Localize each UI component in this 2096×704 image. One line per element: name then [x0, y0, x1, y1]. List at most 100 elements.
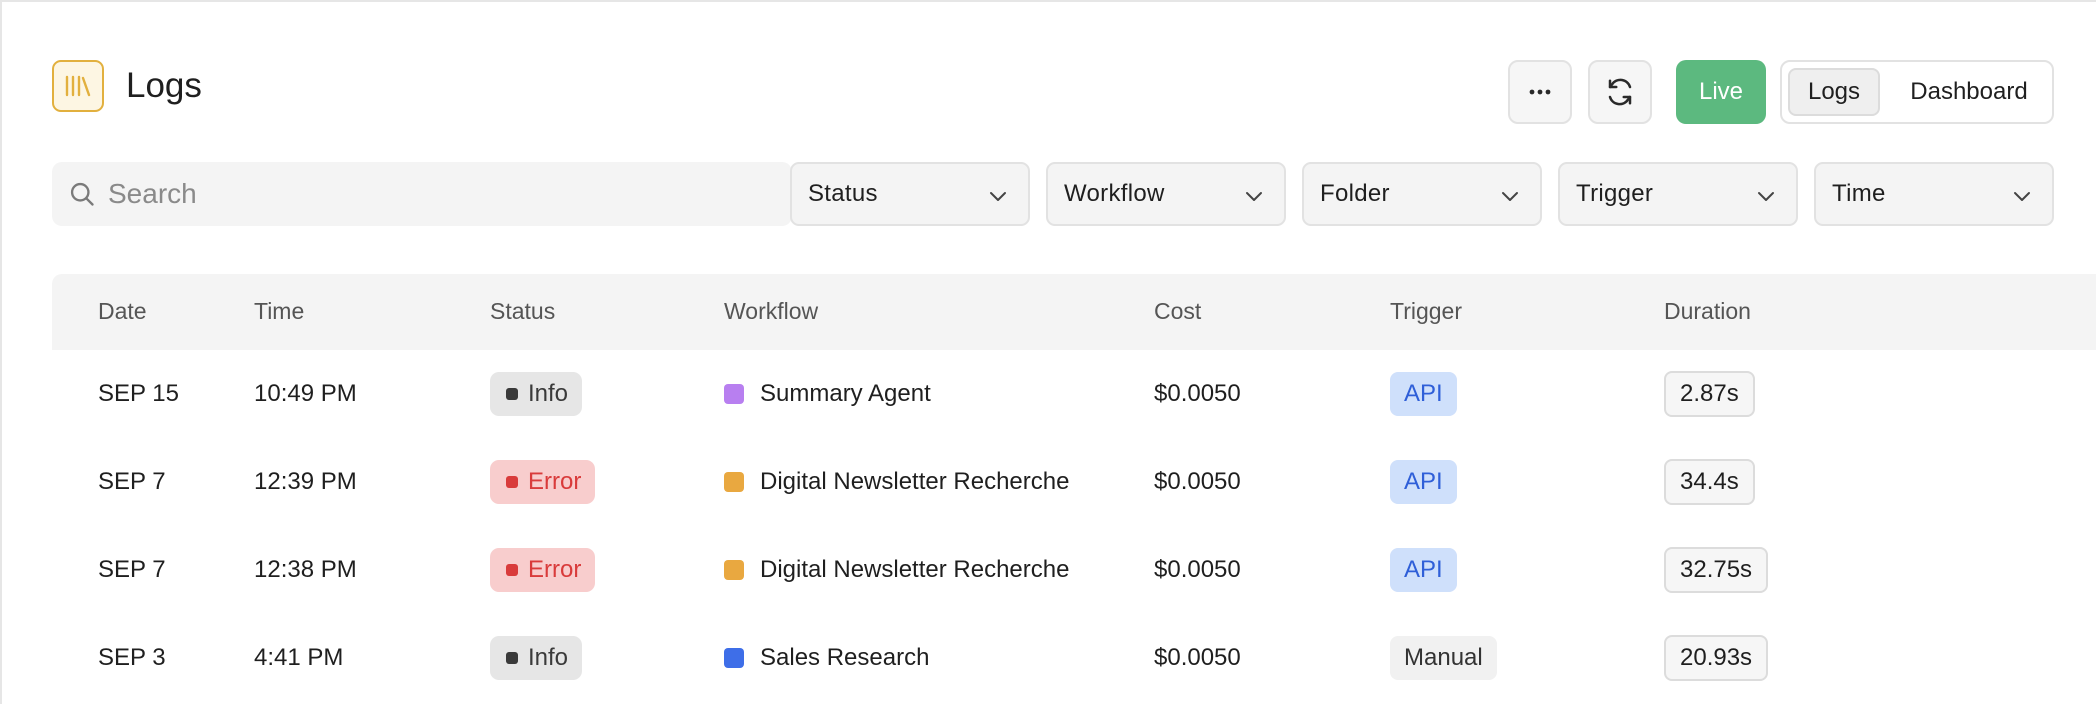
table-header: Date Time Status Workflow Cost Trigger D… [52, 274, 2096, 350]
cell-duration: 34.4s [1664, 438, 1755, 526]
cell-workflow: Digital Newsletter Recherche [724, 438, 1069, 526]
cell-date: SEP 3 [98, 614, 166, 702]
status-text: Error [528, 468, 582, 495]
toggle-logs[interactable]: Logs [1788, 68, 1880, 116]
table-row[interactable]: SEP 15 10:49 PM Info Summary Agent $0.0050 AP… [52, 350, 2096, 438]
cost-text: $0.0050 [1154, 644, 1241, 671]
column-header-status: Status [490, 298, 556, 324]
search-box [52, 162, 792, 226]
date-text: SEP 7 [98, 468, 166, 495]
status-filter-dropdown[interactable]: Status [790, 162, 1030, 226]
workflow-color-icon [724, 648, 744, 668]
date-text: SEP 7 [98, 556, 166, 583]
cell-cost: $0.0050 [1154, 438, 1241, 526]
cost-text: $0.0050 [1154, 556, 1241, 583]
trigger-badge: API [1390, 548, 1457, 592]
refresh-button[interactable] [1588, 60, 1652, 124]
cell-trigger: API [1390, 526, 1457, 614]
live-button[interactable]: Live [1676, 60, 1766, 124]
search-icon [68, 180, 96, 208]
more-options-button[interactable] [1508, 60, 1572, 124]
chevron-down-icon [1246, 192, 1262, 201]
status-text: Error [528, 556, 582, 583]
trigger-badge: Manual [1390, 636, 1497, 680]
time-text: 12:38 PM [254, 556, 357, 583]
cell-cost: $0.0050 [1154, 614, 1241, 702]
chevron-down-icon [1758, 192, 1774, 201]
cell-cost: $0.0050 [1154, 526, 1241, 614]
dropdown-label: Folder [1320, 180, 1390, 207]
column-header-cost: Cost [1154, 298, 1202, 324]
cell-duration: 20.93s [1664, 614, 1769, 702]
status-badge: Info [490, 372, 583, 416]
dropdown-label: Workflow [1064, 180, 1165, 207]
cell-duration: 32.75s [1664, 526, 1769, 614]
table-row[interactable]: SEP 7 12:39 PM Error Digital Newsletter Rec… [52, 438, 2096, 526]
workflow-filter-dropdown[interactable]: Workflow [1046, 162, 1286, 226]
search-input[interactable] [108, 162, 778, 226]
duration-badge: 20.93s [1664, 635, 1769, 681]
column-header-date: Date [98, 298, 147, 324]
cell-status: Info [490, 350, 583, 438]
column-header-duration: Duration [1664, 298, 1751, 324]
status-badge: Info [490, 636, 583, 680]
workflow-color-icon [724, 472, 744, 492]
trigger-badge: API [1390, 460, 1457, 504]
time-filter-dropdown[interactable]: Time [1814, 162, 2054, 226]
trigger-filter-dropdown[interactable]: Trigger [1558, 162, 1798, 226]
status-dot-icon [506, 652, 518, 664]
column-header-trigger: Trigger [1390, 298, 1462, 324]
date-text: SEP 3 [98, 644, 166, 671]
status-dot-icon [506, 388, 518, 400]
workflow-name: Digital Newsletter Recherche [760, 556, 1070, 583]
cell-date: SEP 7 [98, 526, 166, 614]
cell-time: 12:38 PM [254, 526, 357, 614]
duration-badge: 2.87s [1664, 371, 1755, 417]
cell-workflow: Digital Newsletter Recherche [724, 526, 1069, 614]
workflow-color-icon [724, 560, 744, 580]
trigger-badge: API [1390, 372, 1457, 416]
cell-trigger: API [1390, 350, 1457, 438]
workflow-name: Digital Newsletter Recherche [760, 468, 1070, 495]
column-header-time: Time [254, 298, 305, 324]
status-dot-icon [506, 564, 518, 576]
ellipsis-icon [1529, 89, 1551, 95]
cell-workflow: Summary Agent [724, 350, 931, 438]
chevron-down-icon [2014, 192, 2030, 201]
status-text: Info [528, 380, 569, 407]
cost-text: $0.0050 [1154, 468, 1241, 495]
cell-time: 4:41 PM [254, 614, 343, 702]
status-text: Info [528, 644, 569, 671]
cell-workflow: Sales Research [724, 614, 929, 702]
date-text: SEP 15 [98, 380, 179, 407]
cell-date: SEP 15 [98, 350, 179, 438]
cell-date: SEP 7 [98, 438, 166, 526]
table-row[interactable]: SEP 7 12:38 PM Error Digital Newsletter Rec… [52, 526, 2096, 614]
cell-trigger: API [1390, 438, 1457, 526]
duration-badge: 34.4s [1664, 459, 1755, 505]
time-text: 12:39 PM [254, 468, 357, 495]
dropdown-label: Trigger [1576, 180, 1654, 207]
library-icon [52, 60, 104, 112]
chevron-down-icon [990, 192, 1006, 201]
cost-text: $0.0050 [1154, 380, 1241, 407]
folder-filter-dropdown[interactable]: Folder [1302, 162, 1542, 226]
dropdown-label: Time [1832, 180, 1886, 207]
cell-trigger: Manual [1390, 614, 1497, 702]
workflow-name: Sales Research [760, 644, 930, 671]
cell-status: Info [490, 614, 583, 702]
page-title: Logs [126, 66, 202, 105]
status-badge: Error [490, 460, 596, 504]
cell-cost: $0.0050 [1154, 350, 1241, 438]
chevron-down-icon [1502, 192, 1518, 201]
cell-time: 12:39 PM [254, 438, 357, 526]
dropdown-label: Status [808, 180, 878, 207]
table-row[interactable]: SEP 3 4:41 PM Info Sales Research $0.0050 Man… [52, 614, 2096, 702]
time-text: 10:49 PM [254, 380, 357, 407]
app-frame: Logs Live Logs Dashboard Status [0, 0, 2096, 704]
duration-badge: 32.75s [1664, 547, 1769, 593]
cell-duration: 2.87s [1664, 350, 1755, 438]
time-text: 4:41 PM [254, 644, 344, 671]
toggle-dashboard[interactable]: Dashboard [1892, 68, 2046, 116]
view-toggle: Logs Dashboard [1780, 60, 2054, 124]
